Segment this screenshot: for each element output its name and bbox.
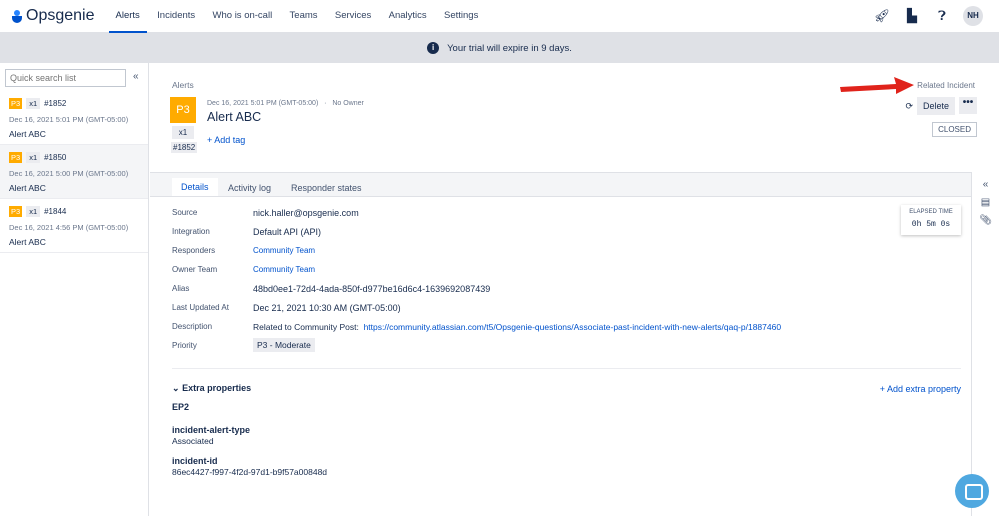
add-extra-property-button[interactable]: + Add extra property — [880, 384, 961, 394]
nav-teams[interactable]: Teams — [283, 0, 325, 33]
delete-button[interactable]: Delete — [916, 97, 955, 115]
divider — [172, 368, 961, 369]
extra-properties-toggle[interactable]: ⌄ Extra properties — [172, 383, 251, 394]
priority-badge: P3 — [9, 98, 23, 109]
attachment-icon[interactable]: 📎︎ — [972, 215, 999, 226]
property-value: Associated — [172, 436, 214, 446]
trial-banner: i Your trial will expire in 9 days. — [0, 33, 999, 63]
alert-title: Alert ABC — [207, 110, 262, 124]
red-arrow-annotation — [840, 77, 914, 94]
nav-incidents[interactable]: Incidents — [150, 0, 202, 33]
collapse-icon[interactable]: « — [972, 179, 999, 190]
alert-date: Dec 16, 2021 5:01 PM (GMT-05:00) — [207, 100, 319, 107]
rocket-icon[interactable]: 🚀︎ — [873, 8, 891, 24]
alert-list-sidebar: « P3x1#1852Dec 16, 2021 5:01 PM (GMT-05:… — [0, 63, 149, 516]
alert-title: Alert ABC — [9, 183, 46, 193]
collapse-icon[interactable]: « — [133, 71, 139, 82]
property-value: 86ec4427-f997-4f2d-97d1-b9f57a00848d — [172, 467, 328, 477]
help-icon[interactable]: ❓︎ — [933, 8, 951, 24]
notes-icon[interactable]: ▤ — [972, 197, 999, 208]
separator: · — [324, 100, 327, 107]
add-tag-button[interactable]: + Add tag — [207, 135, 245, 145]
owner[interactable]: No Owner — [332, 100, 364, 107]
alert-meta: Dec 16, 2021 5:01 PM (GMT-05:00) · No Ow… — [207, 100, 364, 107]
detail-last-updated: Dec 21, 2021 10:30 AM (GMT-05:00) — [253, 303, 401, 313]
property-key: incident-id — [172, 456, 218, 466]
description-text: Related to Community Post: — [253, 322, 359, 332]
tab-details[interactable]: Details — [172, 178, 218, 196]
alert-detail: Alerts P3 x1 #1852 Dec 16, 2021 5:01 PM … — [150, 63, 999, 516]
detail-owner-team[interactable]: Community Team — [253, 265, 315, 274]
count-badge: x1 — [26, 152, 41, 163]
top-nav: Opsgenie Alerts Incidents Who is on-call… — [0, 0, 999, 33]
priority-badge: P3 — [9, 206, 23, 217]
alert-date: Dec 16, 2021 4:56 PM (GMT-05:00) — [9, 223, 129, 232]
alert-number: #1844 — [44, 207, 67, 216]
detail-source: nick.haller@opsgenie.com — [253, 208, 359, 218]
alert-number: #1850 — [44, 153, 67, 162]
breadcrumb[interactable]: Alerts — [172, 80, 194, 90]
elapsed-value: 0h 5m 0s — [911, 220, 951, 229]
detail-label: Integration — [172, 227, 210, 236]
detail-label: Owner Team — [172, 265, 218, 274]
refresh-icon[interactable]: ⟳ — [905, 101, 913, 112]
extra-properties-title: Extra properties — [182, 383, 252, 393]
priority-badge: P3 — [9, 152, 23, 163]
description-link[interactable]: https://community.atlassian.com/t5/Opsge… — [364, 322, 782, 332]
brand-name: Opsgenie — [26, 7, 95, 24]
list-item[interactable]: P3 x1 #1850 Dec 16, 2021 5:00 PM (GMT-05:00… — [0, 145, 148, 199]
detail-label: Source — [172, 208, 198, 217]
opsgenie-logo-icon — [12, 9, 22, 23]
detail-label: Description — [172, 322, 213, 331]
count-badge: x1 — [26, 206, 41, 217]
detail-alias: 48bd0ee1-72d4-4ada-850f-d977be16d6c4-163… — [253, 284, 491, 294]
tab-activity-log[interactable]: Activity log — [219, 179, 280, 197]
detail-responders[interactable]: Community Team — [253, 246, 315, 255]
quick-search-input[interactable] — [5, 69, 126, 87]
tab-bar: Details Activity log Responder states — [150, 172, 971, 197]
related-incident-link[interactable]: Related Incident — [917, 81, 975, 90]
detail-label: Priority — [172, 341, 197, 350]
priority-badge: P3 — [170, 97, 196, 123]
chat-button[interactable] — [955, 474, 989, 508]
detail-label: Responders — [172, 246, 216, 255]
nav-who-is-on-call[interactable]: Who is on-call — [206, 0, 280, 33]
avatar[interactable]: NH — [963, 6, 983, 26]
extra-group-name: EP2 — [172, 402, 190, 412]
detail-priority: P3 - Moderate — [253, 338, 315, 352]
opsgenie-logo[interactable]: Opsgenie — [12, 7, 95, 25]
more-button[interactable]: ••• — [959, 97, 977, 114]
apps-icon[interactable]: ▙ — [903, 8, 921, 24]
list-item[interactable]: P3 x1 #1852 Dec 16, 2021 5:01 PM (GMT-05:00… — [0, 91, 148, 145]
alert-date: Dec 16, 2021 5:00 PM (GMT-05:00) — [9, 169, 129, 178]
nav-analytics[interactable]: Analytics — [382, 0, 434, 33]
status-badge: CLOSED — [932, 122, 977, 137]
detail-integration: Default API (API) — [253, 227, 322, 237]
alert-number: #1852 — [171, 142, 198, 153]
elapsed-time: ELAPSED TIME 0h 5m 0s — [901, 205, 961, 235]
detail-label: Last Updated At — [172, 303, 229, 312]
alert-title: Alert ABC — [9, 237, 46, 247]
right-rail: « ▤ 📎︎ — [971, 172, 999, 516]
property-key: incident-alert-type — [172, 425, 251, 435]
count-badge: x1 — [172, 126, 194, 139]
nav-settings[interactable]: Settings — [437, 0, 485, 33]
alert-date: Dec 16, 2021 5:01 PM (GMT-05:00) — [9, 115, 129, 124]
priority-pill: P3 - Moderate — [253, 338, 315, 352]
nav-services[interactable]: Services — [328, 0, 378, 33]
count-badge: x1 — [26, 98, 41, 109]
alert-title: Alert ABC — [9, 129, 46, 139]
chevron-down-icon: ⌄ — [172, 383, 180, 393]
list-item[interactable]: P3 x1 #1844 Dec 16, 2021 4:56 PM (GMT-05:00… — [0, 199, 148, 253]
trial-message: Your trial will expire in 9 days. — [447, 42, 572, 54]
detail-label: Alias — [172, 284, 190, 293]
detail-description: Related to Community Post: https://commu… — [253, 322, 781, 332]
nav-alerts[interactable]: Alerts — [108, 0, 147, 33]
tab-responder-states[interactable]: Responder states — [282, 179, 371, 197]
elapsed-label: ELAPSED TIME — [909, 209, 953, 215]
info-icon: i — [427, 42, 440, 54]
alert-number: #1852 — [44, 99, 67, 108]
